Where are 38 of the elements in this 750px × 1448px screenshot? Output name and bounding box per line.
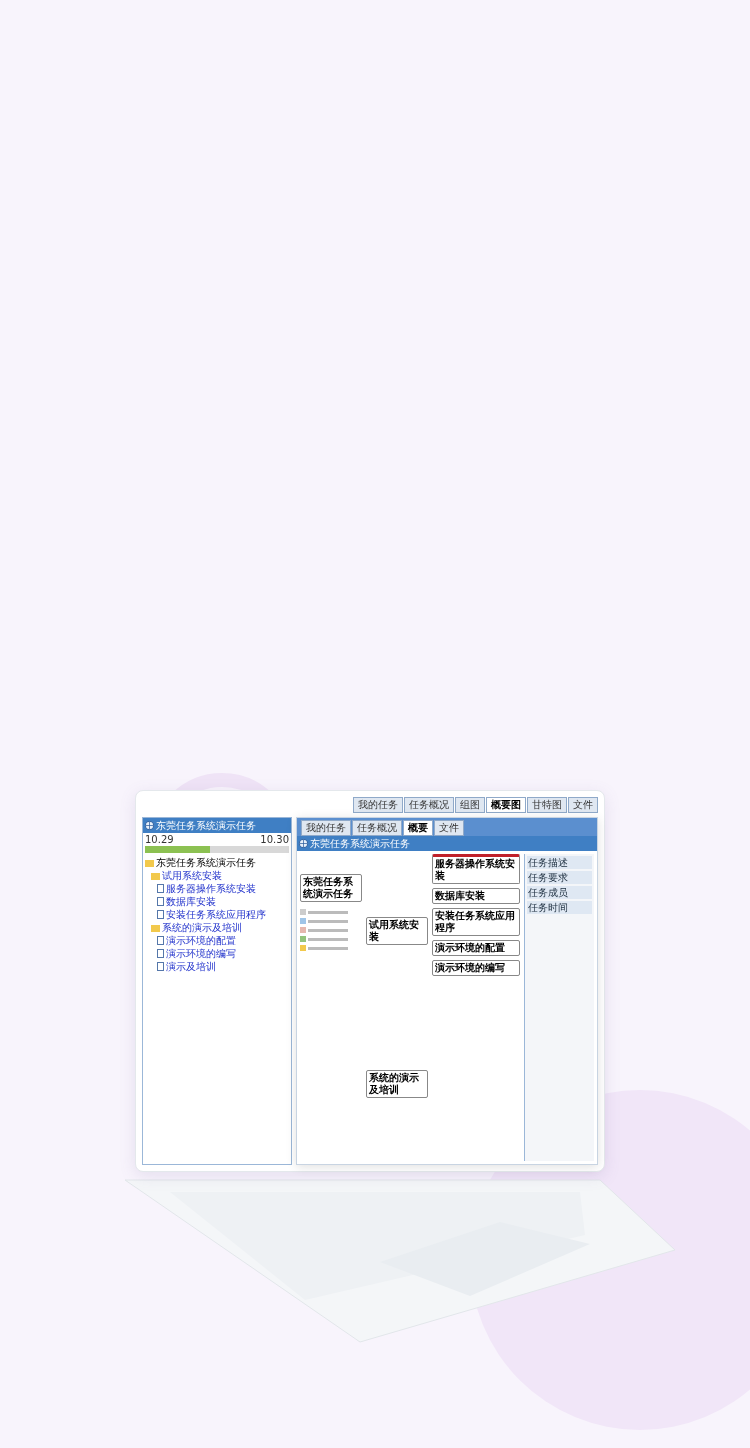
tree-item[interactable]: 试用系统安装: [162, 869, 222, 882]
leaf-node[interactable]: 安装任务系统应用程序: [432, 908, 520, 936]
tree-item[interactable]: 东莞任务系统演示任务: [156, 856, 256, 869]
tab[interactable]: 我的任务: [301, 820, 351, 836]
field-label: 任务时间: [527, 901, 592, 914]
leaf-node[interactable]: 数据库安装: [432, 888, 520, 904]
globe-icon: [145, 821, 154, 830]
globe-icon: [299, 839, 308, 848]
leaf-node[interactable]: 演示环境的编写: [432, 960, 520, 976]
tree-item[interactable]: 服务器操作系统安装: [166, 882, 256, 895]
tree-item[interactable]: 系统的演示及培训: [162, 921, 242, 934]
tab[interactable]: 概要: [403, 820, 433, 836]
folder-icon: [151, 924, 160, 932]
tab[interactable]: 组图: [455, 797, 485, 813]
tree-item[interactable]: 演示环境的编写: [166, 947, 236, 960]
field-label: 任务描述: [527, 856, 592, 869]
window-title: 东莞任务系统演示任务: [156, 819, 256, 832]
branch-node[interactable]: 试用系统安装: [366, 916, 428, 945]
tab[interactable]: 文件: [568, 797, 598, 813]
root-node[interactable]: 东莞任务系统演示任务: [300, 874, 362, 902]
tab[interactable]: 任务概况: [352, 820, 402, 836]
tree-item[interactable]: 数据库安装: [166, 895, 216, 908]
date-label: 10.30: [260, 833, 289, 846]
leaf-node[interactable]: 服务器操作系统安装: [432, 854, 520, 884]
tab[interactable]: 甘特图: [527, 797, 567, 813]
leaf-node[interactable]: 演示环境的配置: [432, 940, 520, 956]
tab[interactable]: 我的任务: [353, 797, 403, 813]
branch-node[interactable]: 系统的演示及培训: [366, 1070, 428, 1099]
field-label: 任务要求: [527, 871, 592, 884]
tree-item[interactable]: 演示及培训: [166, 960, 216, 973]
tab[interactable]: 任务概况: [404, 797, 454, 813]
field-label: 任务成员: [527, 886, 592, 899]
tree-item[interactable]: 演示环境的配置: [166, 934, 236, 947]
tab[interactable]: 概要图: [486, 797, 526, 813]
tree-item[interactable]: 安装任务系统应用程序: [166, 908, 266, 921]
tab[interactable]: 文件: [434, 820, 464, 836]
window-title: 东莞任务系统演示任务: [310, 837, 410, 850]
date-label: 10.29: [145, 833, 174, 846]
